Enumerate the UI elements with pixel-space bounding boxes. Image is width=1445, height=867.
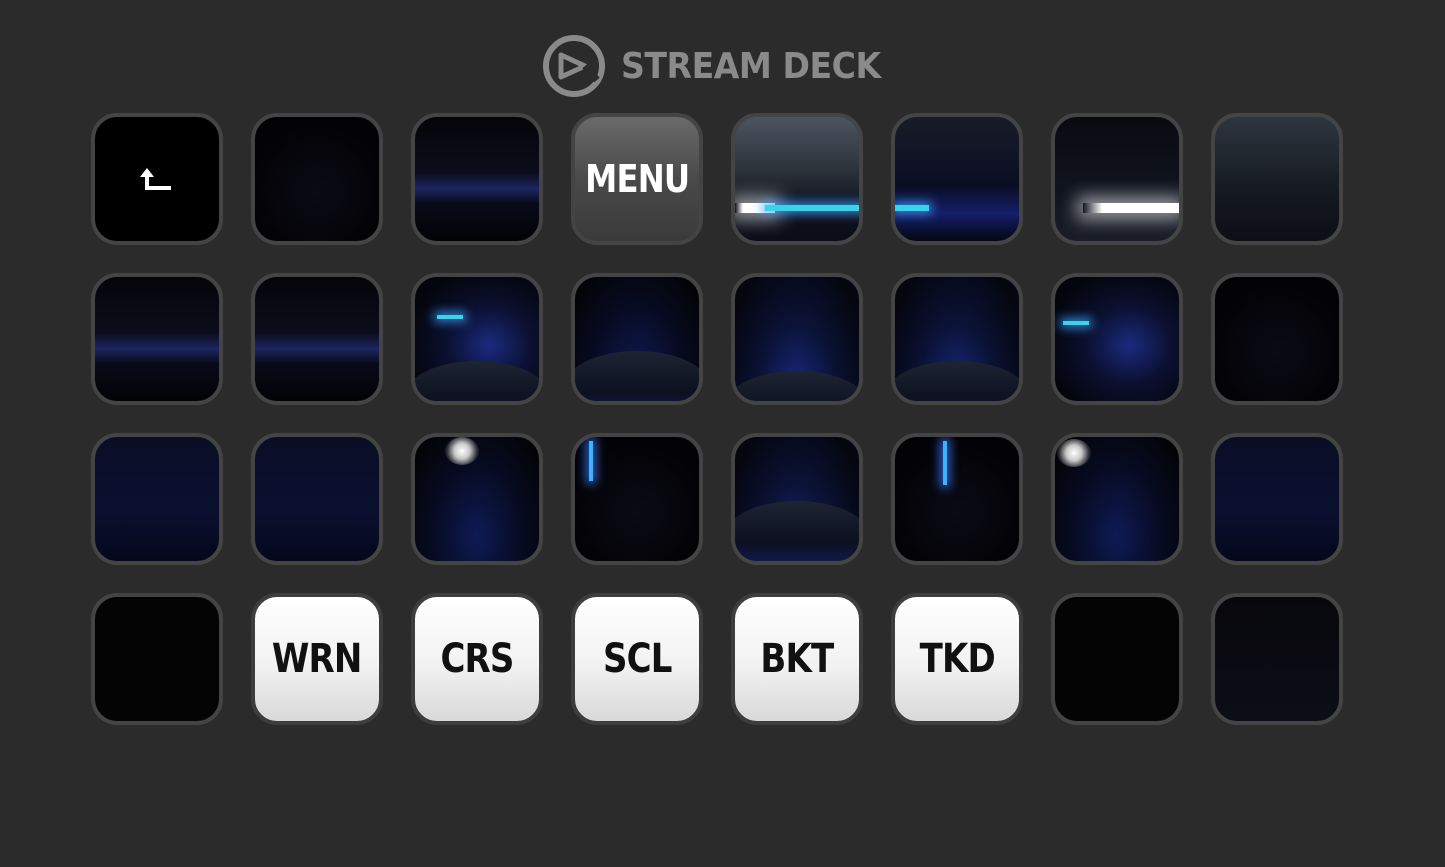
scene-tile[interactable] — [251, 113, 383, 245]
scene-tile[interactable] — [91, 273, 223, 405]
brand-title: STREAM DECK — [621, 45, 882, 87]
scl-key-label: SCL — [602, 636, 672, 682]
elgato-logo-icon — [541, 33, 607, 99]
scene-tile[interactable] — [731, 433, 863, 565]
scene-tile[interactable] — [1211, 273, 1343, 405]
bkt-key-label: BKT — [760, 636, 835, 682]
scene-tile[interactable] — [891, 273, 1023, 405]
tkd-key-label: TKD — [919, 636, 995, 682]
scene-tile[interactable] — [1051, 273, 1183, 405]
crs-key-label: CRS — [440, 636, 514, 682]
scene-tile[interactable] — [731, 113, 863, 245]
menu-key[interactable]: MENU — [571, 113, 703, 245]
wrn-key[interactable]: WRN — [251, 593, 383, 725]
scene-tile[interactable] — [91, 433, 223, 565]
scene-tile[interactable] — [1051, 433, 1183, 565]
scl-key[interactable]: SCL — [571, 593, 703, 725]
scene-tile[interactable] — [1051, 593, 1183, 725]
scene-tile[interactable] — [891, 433, 1023, 565]
scene-tile[interactable] — [251, 433, 383, 565]
scene-tile[interactable] — [1211, 433, 1343, 565]
scene-tile[interactable] — [91, 593, 223, 725]
scene-tile[interactable] — [571, 273, 703, 405]
back-key[interactable] — [91, 113, 223, 245]
back-arrow-icon — [139, 164, 175, 194]
key-grid: MENU WRN CRS SCL BKT TKD — [91, 113, 1343, 725]
bkt-key[interactable]: BKT — [731, 593, 863, 725]
menu-key-label: MENU — [584, 157, 690, 201]
crs-key[interactable]: CRS — [411, 593, 543, 725]
scene-tile[interactable] — [571, 433, 703, 565]
scene-tile[interactable] — [411, 273, 543, 405]
scene-tile[interactable] — [1211, 593, 1343, 725]
scene-tile[interactable] — [251, 273, 383, 405]
scene-tile[interactable] — [1211, 113, 1343, 245]
scene-tile[interactable] — [411, 433, 543, 565]
scene-tile[interactable] — [731, 273, 863, 405]
scene-tile[interactable] — [411, 113, 543, 245]
wrn-key-label: WRN — [272, 636, 362, 682]
tkd-key[interactable]: TKD — [891, 593, 1023, 725]
stream-deck-header: STREAM DECK — [0, 33, 1445, 99]
scene-tile[interactable] — [891, 113, 1023, 245]
scene-tile[interactable] — [1051, 113, 1183, 245]
